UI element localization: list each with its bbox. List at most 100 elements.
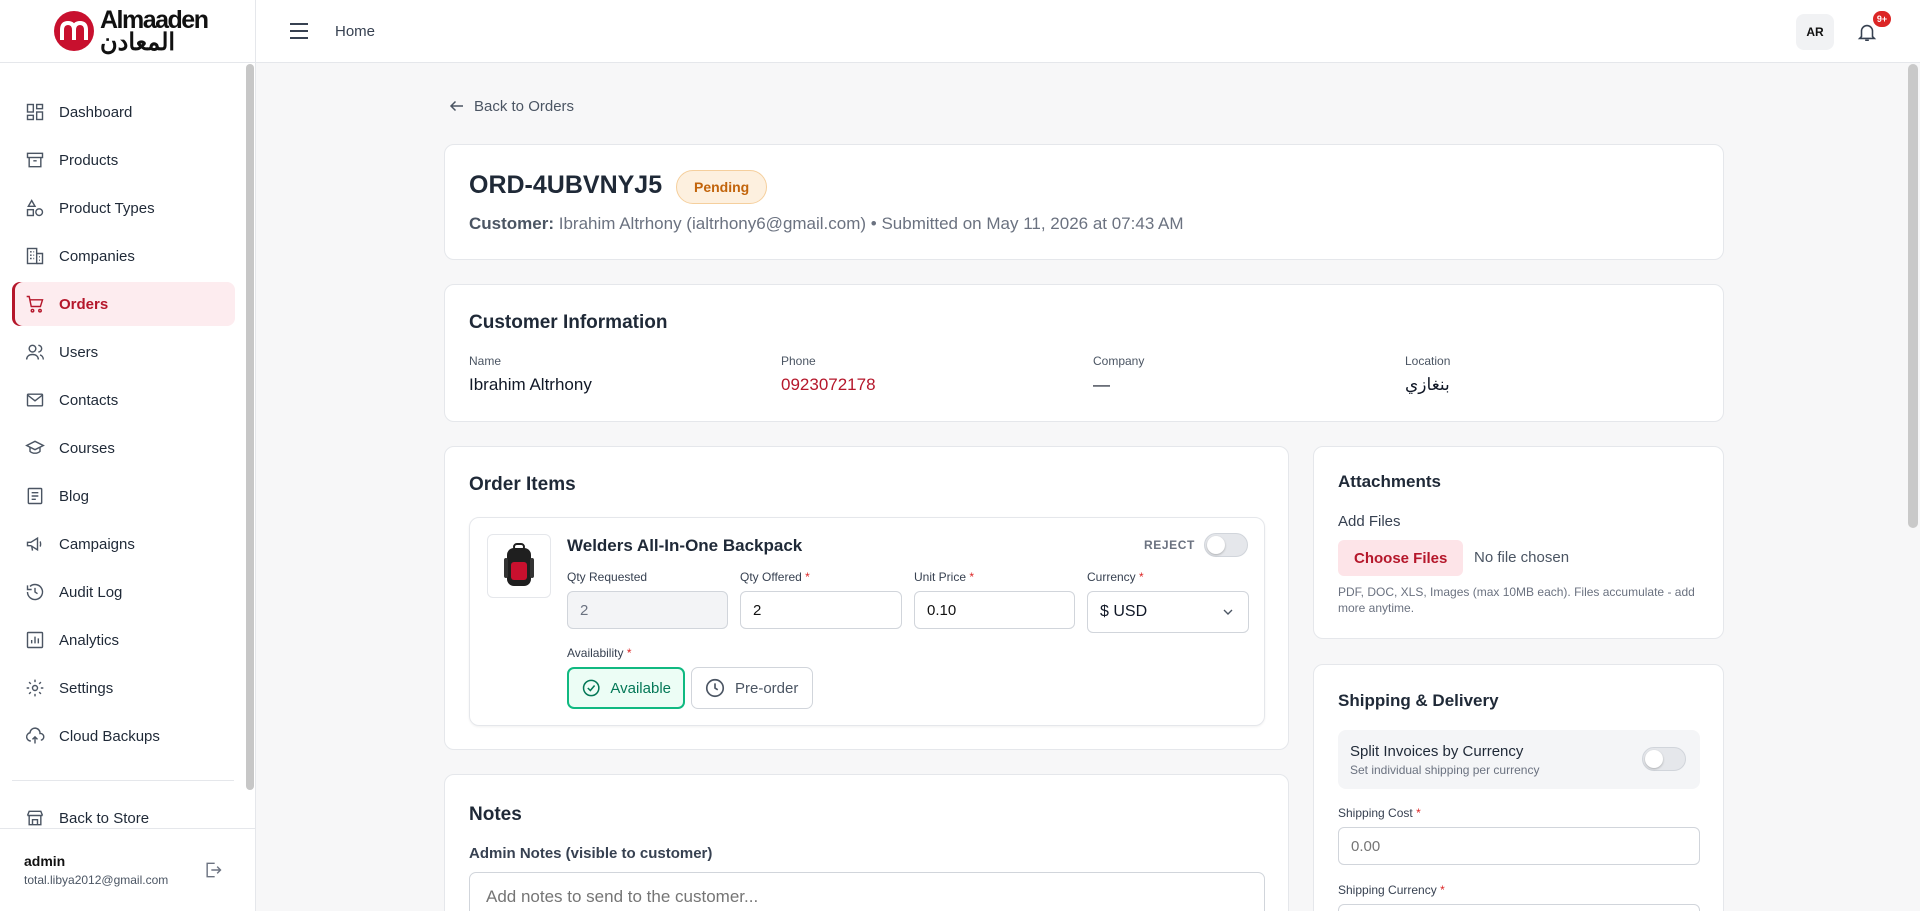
- cloud-backup-icon: [25, 727, 45, 744]
- admin-notes-input[interactable]: [469, 872, 1265, 911]
- sidebar-item-label: Audit Log: [59, 583, 123, 601]
- reject-toggle[interactable]: [1204, 533, 1248, 557]
- sidebar-item-products[interactable]: Products: [12, 138, 235, 182]
- back-to-orders-link[interactable]: Back to Orders: [448, 97, 574, 115]
- logo[interactable]: Almaaden المعادن: [0, 0, 255, 63]
- attachments-card: Attachments Add Files Choose Files No fi…: [1313, 446, 1724, 639]
- back-to-store-label: Back to Store: [59, 809, 150, 827]
- clock-icon: [705, 678, 725, 698]
- menu-icon[interactable]: [289, 22, 309, 40]
- sidebar-item-campaigns[interactable]: Campaigns: [12, 522, 235, 566]
- info-value: —: [1093, 375, 1110, 394]
- language-button[interactable]: AR: [1796, 14, 1834, 50]
- sidebar-item-product-types[interactable]: Product Types: [12, 186, 235, 230]
- qty-offered-label: Qty Offered: [740, 570, 802, 584]
- graduation-cap-icon: [25, 440, 45, 454]
- shipping-title: Shipping & Delivery: [1338, 691, 1499, 710]
- no-file-text: No file chosen: [1474, 549, 1570, 566]
- customer-text: Ibrahim Altrhony (ialtrhony6@gmail.com) …: [558, 214, 1184, 233]
- qty-offered-label-wrap: Qty Offered *: [740, 570, 810, 584]
- unit-price-label-wrap: Unit Price *: [914, 570, 975, 584]
- split-invoices-toggle[interactable]: [1642, 747, 1686, 771]
- logo-mark-icon: [54, 11, 94, 51]
- availability-label: Availability: [567, 646, 624, 660]
- history-icon: [26, 583, 44, 601]
- sidebar-item-label: Settings: [59, 679, 114, 697]
- notification-badge: 9+: [1873, 11, 1891, 27]
- sidebar-item-label: Cloud Backups: [59, 727, 160, 745]
- sidebar-item-settings[interactable]: Settings: [12, 666, 235, 710]
- info-label: Location: [1405, 354, 1451, 368]
- sidebar-item-courses[interactable]: Courses: [12, 426, 235, 470]
- info-label: Company: [1093, 354, 1145, 368]
- backpack-icon: [504, 543, 534, 586]
- sidebar-item-label: Orders: [59, 295, 109, 313]
- chevron-down-icon: [1223, 609, 1233, 615]
- sidebar-item-dashboard[interactable]: Dashboard: [12, 90, 235, 134]
- sidebar-scrollbar[interactable]: [246, 64, 254, 790]
- logo-text-ar: المعادن: [100, 28, 176, 56]
- split-invoices-box: Split Invoices by Currency Set individua…: [1338, 730, 1700, 789]
- availability-label-wrap: Availability *: [567, 646, 632, 660]
- currency-label-wrap: Currency *: [1087, 570, 1144, 584]
- sidebar-item-cloud-backups[interactable]: Cloud Backups: [12, 714, 235, 758]
- shipping-currency-label: Shipping Currency: [1338, 883, 1437, 897]
- currency-select[interactable]: $ USD: [1087, 591, 1249, 633]
- info-name: Name Ibrahim Altrhony: [469, 354, 592, 395]
- preorder-button[interactable]: Pre-order: [691, 667, 813, 709]
- sidebar-divider: [12, 780, 234, 781]
- available-button[interactable]: Available: [567, 667, 685, 709]
- users-icon: [25, 344, 45, 360]
- admin-notes-label: Admin Notes (visible to customer): [469, 845, 713, 862]
- sidebar-item-label: Blog: [59, 487, 90, 505]
- order-items-card: Order Items Welders All-In-One Backpack …: [444, 446, 1289, 750]
- sidebar-item-companies[interactable]: Companies: [12, 234, 235, 278]
- phone-link[interactable]: 0923072178: [781, 375, 876, 395]
- sidebar-item-users[interactable]: Users: [12, 330, 235, 374]
- sidebar-item-blog[interactable]: Blog: [12, 474, 235, 518]
- choose-files-button[interactable]: Choose Files: [1338, 540, 1464, 576]
- logout-icon[interactable]: [203, 860, 223, 880]
- customer-info-card: Customer Information Name Ibrahim Altrho…: [444, 284, 1724, 422]
- info-label: Phone: [781, 354, 816, 368]
- shipping-currency-label-wrap: Shipping Currency *: [1338, 883, 1445, 897]
- mail-icon: [26, 393, 44, 407]
- shipping-cost-input[interactable]: [1338, 827, 1700, 865]
- sidebar-item-analytics[interactable]: Analytics: [12, 618, 235, 662]
- customer-summary: Customer: Ibrahim Altrhony (ialtrhony6@g…: [469, 214, 1184, 234]
- megaphone-icon: [26, 536, 42, 552]
- sidebar-item-audit-log[interactable]: Audit Log: [12, 570, 235, 614]
- sidebar-nav: Dashboard Products Product Types Compani…: [12, 90, 235, 762]
- shipping-cost-label-wrap: Shipping Cost *: [1338, 806, 1421, 820]
- chart-icon: [26, 631, 44, 649]
- info-location: Location بنغازي: [1405, 354, 1450, 395]
- sidebar-item-label: Campaigns: [59, 535, 135, 553]
- unit-price-input[interactable]: [914, 591, 1075, 629]
- add-files-label: Add Files: [1338, 513, 1401, 530]
- back-to-store-link[interactable]: Back to Store: [25, 808, 149, 828]
- order-header-card: ORD-4UBVNYJ5 Pending Customer: Ibrahim A…: [444, 144, 1724, 260]
- available-label: Available: [610, 679, 671, 697]
- shipping-card: Shipping & Delivery Split Invoices by Cu…: [1313, 664, 1724, 911]
- dashboard-icon: [26, 103, 44, 121]
- sidebar-item-contacts[interactable]: Contacts: [12, 378, 235, 422]
- user-box: admin total.libya2012@gmail.com: [0, 828, 255, 911]
- info-company: Company —: [1093, 354, 1144, 395]
- sidebar-item-label: Courses: [59, 439, 115, 457]
- sidebar-item-label: Product Types: [59, 199, 155, 217]
- info-label: Name: [469, 354, 502, 368]
- split-invoices-title: Split Invoices by Currency: [1350, 743, 1524, 760]
- qty-requested-input: [567, 591, 728, 629]
- customer-info-title: Customer Information: [469, 312, 668, 333]
- sidebar-item-orders[interactable]: Orders: [12, 282, 235, 326]
- reject-label: REJECT: [1144, 538, 1195, 552]
- attachments-hint: PDF, DOC, XLS, Images (max 10MB each). F…: [1338, 585, 1695, 615]
- shipping-currency-select[interactable]: [1338, 904, 1700, 911]
- status-badge: Pending: [676, 170, 768, 204]
- main-scrollbar[interactable]: [1908, 64, 1918, 528]
- breadcrumb[interactable]: Home: [335, 23, 375, 40]
- archive-box-icon: [26, 152, 44, 168]
- qty-offered-input[interactable]: [740, 591, 902, 629]
- customer-label: Customer:: [469, 214, 555, 233]
- split-invoices-subtitle: Set individual shipping per currency: [1350, 763, 1540, 777]
